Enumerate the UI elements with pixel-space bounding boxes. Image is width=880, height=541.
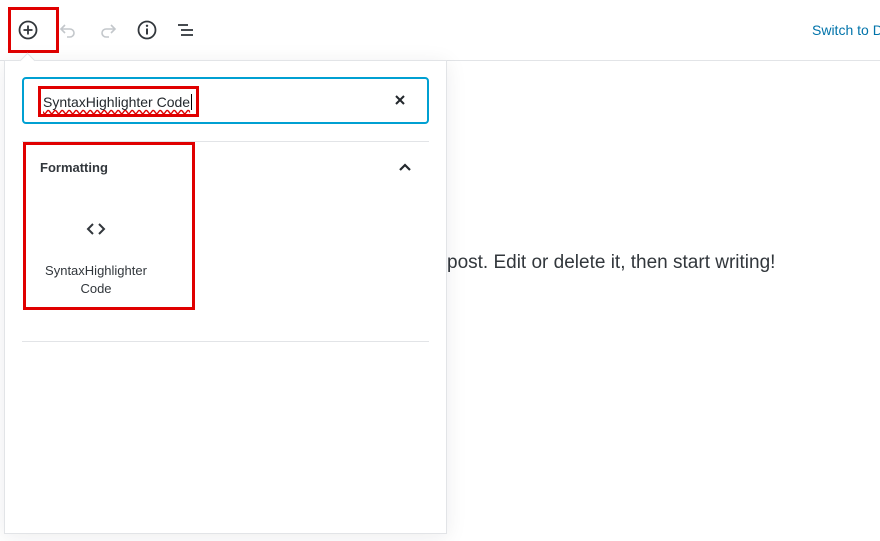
panel-divider (22, 341, 429, 342)
info-button[interactable] (131, 14, 163, 46)
block-navigation-button[interactable] (170, 14, 202, 46)
top-toolbar: Switch to D (0, 0, 880, 61)
redo-button[interactable] (92, 14, 124, 46)
annotation-box-add-button (8, 7, 59, 53)
annotation-box-search-text (38, 86, 199, 117)
info-icon (137, 20, 157, 40)
close-icon (395, 95, 405, 105)
list-view-icon (178, 24, 193, 36)
redo-icon (101, 24, 117, 38)
undo-icon (59, 24, 75, 38)
annotation-box-formatting-panel (23, 142, 195, 310)
switch-to-draft-link[interactable]: Switch to D (812, 22, 880, 38)
editor-paragraph[interactable]: post. Edit or delete it, then start writ… (447, 252, 775, 274)
editor-app: Switch to D post. Edit or delete it, the… (0, 0, 880, 541)
clear-search-button[interactable] (393, 93, 407, 107)
chevron-up-icon (399, 163, 411, 171)
panel-toggle-button[interactable] (396, 158, 414, 176)
